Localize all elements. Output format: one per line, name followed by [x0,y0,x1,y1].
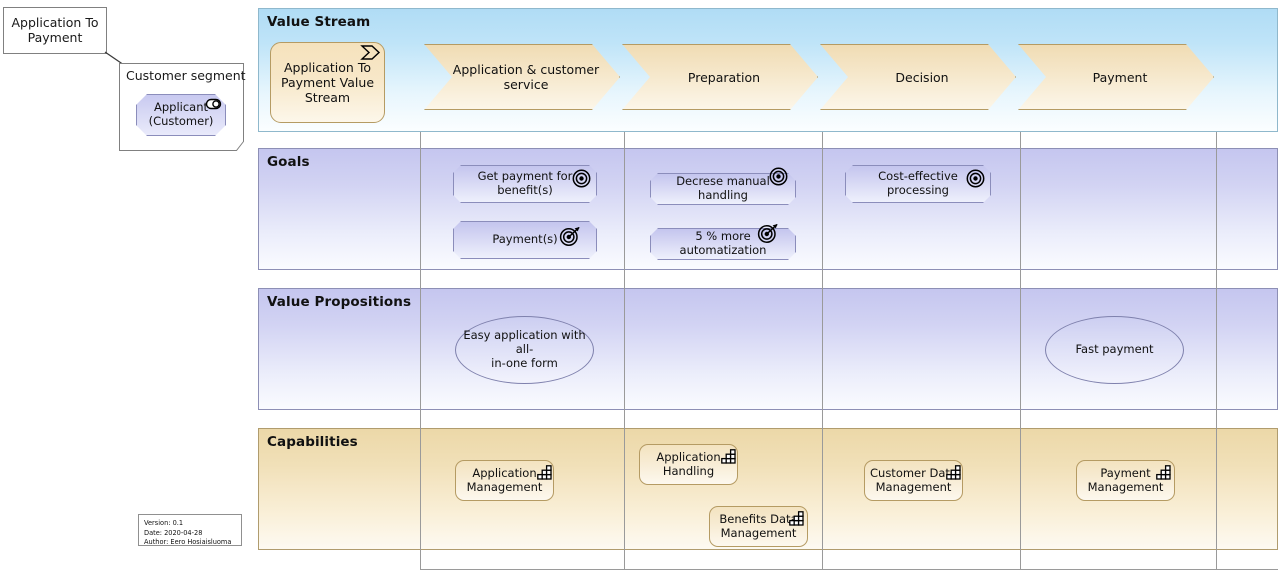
diagram-canvas: Application To Payment Customer segment … [0,0,1280,584]
element-label: Benefits Data Management [719,511,798,540]
grid-column-line-1 [420,132,421,570]
metadata-author: Author: Eero Hosiaisluoma [144,538,232,547]
element-capability-payment-management[interactable]: Payment Management [1076,460,1175,501]
element-label: Payment Management [1087,465,1164,494]
element-capability-application-management[interactable]: Application Management [455,460,554,501]
element-label: Payment [1092,69,1148,85]
element-stage-application-customer-service[interactable]: Application & customer service [424,44,620,110]
element-capability-benefits-data-management[interactable]: Benefits Data Management [709,506,808,547]
element-label: 5 % more automatization [679,229,767,257]
element-label: Application & customer service [452,62,600,92]
element-label: Decrese manual handling [676,174,770,202]
grid-column-line-5 [1216,132,1217,570]
element-label: Get payment for benefit(s) [477,169,573,197]
element-outcome-5-percent-more-automatization[interactable]: 5 % more automatization [650,228,796,260]
element-label: Cost-effective processing [878,169,958,197]
element-label: Customer Data Management [870,465,957,494]
element-value-stream-master[interactable]: Application To Payment Value Stream [270,42,385,123]
metadata-version: Version: 0.1 [144,519,184,527]
customer-segment-title: Customer segment [126,68,246,83]
grid-column-line-4 [1020,132,1021,570]
row-capabilities-label: Capabilities [267,434,358,450]
element-capability-customer-data-management[interactable]: Customer Data Management [864,460,963,501]
element-label: Payment(s) [492,232,558,247]
metadata-date: Date: 2020-04-28 [144,528,203,537]
diagram-title-note: Application To Payment [3,7,107,54]
row-value-stream-label: Value Stream [267,14,371,30]
diagram-title-note-label: Application To Payment [11,15,99,45]
element-label: Application Management [466,465,543,494]
row-value-propositions-label: Value Propositions [267,294,412,310]
element-label: Application To Payment Value Stream [280,60,375,105]
element-goal-decrese-manual-handling[interactable]: Decrese manual handling [650,173,796,205]
element-value-proposition-easy-application[interactable]: Easy application with all- in-one form [455,316,594,384]
element-label: Application Handling [656,449,721,478]
element-label: Fast payment [1075,342,1154,357]
element-label: Easy application with all- in-one form [463,328,586,370]
row-goals-label: Goals [267,154,310,170]
element-stage-payment[interactable]: Payment [1018,44,1214,110]
element-capability-application-handling[interactable]: Application Handling [639,444,738,485]
grid-column-line-2 [624,132,625,570]
element-stage-decision[interactable]: Decision [820,44,1016,110]
element-outcome-payments[interactable]: Payment(s) [453,221,597,259]
element-goal-get-payment-for-benefits[interactable]: Get payment for benefit(s) [453,165,597,203]
element-label: Decision [895,69,949,85]
element-goal-cost-effective-processing[interactable]: Cost-effective processing [845,165,991,203]
grid-bottom-line [420,569,1278,570]
element-applicant-customer[interactable]: Applicant (Customer) [136,94,226,136]
element-label: Preparation [687,69,761,85]
element-stage-preparation[interactable]: Preparation [622,44,818,110]
element-label: Applicant (Customer) [148,100,214,128]
grid-column-line-3 [822,132,823,570]
diagram-metadata-box: Version: 0.1 Date: 2020-04-28 Author: Ee… [138,514,242,546]
element-value-proposition-fast-payment[interactable]: Fast payment [1045,316,1184,384]
